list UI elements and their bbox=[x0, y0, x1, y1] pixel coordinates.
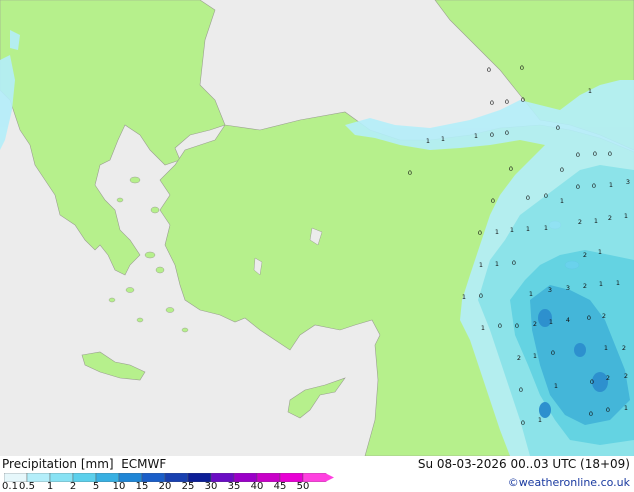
point-value: 0 bbox=[521, 96, 525, 104]
point-value: 0 bbox=[408, 169, 412, 177]
point-value: 0 bbox=[479, 292, 483, 300]
point-value: 0 bbox=[490, 131, 494, 139]
point-value: 1 bbox=[616, 279, 620, 287]
point-value: 0 bbox=[590, 378, 594, 386]
map-canvas: 0 0 0 0 0 1 1 1 1 0 0 0 0 0 0 0 0 0 0 0 1 3 0 0 0 1 2 1 0 1 1 1 1 2 1 1 1 0 2 1… bbox=[0, 0, 634, 456]
legend-tick: 10 bbox=[112, 481, 126, 492]
point-value: 2 bbox=[578, 218, 582, 226]
point-value: 1 bbox=[599, 280, 603, 288]
legend-tick: 1 bbox=[46, 481, 54, 492]
point-value: 0 bbox=[526, 194, 530, 202]
legend-tick: 45 bbox=[273, 481, 287, 492]
point-value: 0 bbox=[505, 129, 509, 137]
point-value: 1 bbox=[510, 226, 514, 234]
point-value: 0 bbox=[520, 64, 524, 72]
point-value: 0 bbox=[576, 151, 580, 159]
point-value: 1 bbox=[526, 225, 530, 233]
point-value: 2 bbox=[624, 372, 628, 380]
point-value: 0 bbox=[576, 183, 580, 191]
point-value: 1 bbox=[594, 217, 598, 225]
point-value: 2 bbox=[583, 282, 587, 290]
point-value: 1 bbox=[544, 224, 548, 232]
credit-text: ©weatheronline.co.uk bbox=[507, 476, 630, 489]
point-value: 1 bbox=[624, 212, 628, 220]
point-value: 1 bbox=[538, 416, 542, 424]
point-value: 0 bbox=[515, 322, 519, 330]
point-value: 0 bbox=[512, 259, 516, 267]
point-value: 0 bbox=[592, 182, 596, 190]
point-value: 1 bbox=[495, 228, 499, 236]
valid-time: Su 08-03-2026 00..03 UTC (18+09) bbox=[417, 457, 630, 471]
point-value: 1 bbox=[426, 137, 430, 145]
point-value: 0 bbox=[544, 192, 548, 200]
legend-tick: 35 bbox=[227, 481, 241, 492]
legend-tick: 20 bbox=[158, 481, 172, 492]
point-value: 0 bbox=[487, 66, 491, 74]
point-value: 0 bbox=[606, 406, 610, 414]
legend-tick: 40 bbox=[250, 481, 264, 492]
legend-tick: 2 bbox=[69, 481, 77, 492]
point-value: 2 bbox=[606, 374, 610, 382]
point-value: 1 bbox=[604, 344, 608, 352]
point-value: 0 bbox=[519, 386, 523, 394]
legend-tick: 25 bbox=[181, 481, 195, 492]
point-value: 3 bbox=[566, 284, 570, 292]
legend-tick: 30 bbox=[204, 481, 218, 492]
point-value: 1 bbox=[609, 181, 613, 189]
point-value: 1 bbox=[560, 197, 564, 205]
point-value: 3 bbox=[548, 286, 552, 294]
point-value: 0 bbox=[478, 229, 482, 237]
point-value: 2 bbox=[517, 354, 521, 362]
legend-title: Precipitation [mm] ECMWF bbox=[2, 457, 167, 471]
point-value: 1 bbox=[495, 260, 499, 268]
point-value: 2 bbox=[533, 320, 537, 328]
point-value: 0 bbox=[589, 410, 593, 418]
point-value: 1 bbox=[588, 87, 592, 95]
point-value: 1 bbox=[549, 318, 553, 326]
point-value: 1 bbox=[474, 132, 478, 140]
point-value: 1 bbox=[441, 135, 445, 143]
point-value: 1 bbox=[533, 352, 537, 360]
legend-tick: 5 bbox=[92, 481, 100, 492]
point-value: 1 bbox=[481, 324, 485, 332]
point-value: 0 bbox=[587, 314, 591, 322]
point-value: 0 bbox=[509, 165, 513, 173]
point-value: 0 bbox=[560, 166, 564, 174]
legend-tick: 15 bbox=[135, 481, 149, 492]
point-value: 2 bbox=[622, 344, 626, 352]
point-value: 2 bbox=[608, 214, 612, 222]
point-value: 0 bbox=[498, 322, 502, 330]
point-value: 0 bbox=[490, 99, 494, 107]
point-value: 0 bbox=[521, 419, 525, 427]
point-value: 0 bbox=[491, 197, 495, 205]
point-value: 0 bbox=[608, 150, 612, 158]
point-value: 1 bbox=[598, 248, 602, 256]
point-value: 1 bbox=[624, 404, 628, 412]
point-value: 0 bbox=[505, 98, 509, 106]
point-value: 0 bbox=[556, 124, 560, 132]
point-value: 0 bbox=[551, 349, 555, 357]
legend-footer: Precipitation [mm] ECMWF Su 08-03-2026 0… bbox=[0, 456, 634, 492]
point-value: 2 bbox=[583, 251, 587, 259]
point-value: 4 bbox=[566, 316, 570, 324]
point-value: 1 bbox=[479, 261, 483, 269]
point-value: 1 bbox=[529, 290, 533, 298]
point-value: 1 bbox=[554, 382, 558, 390]
precipitation-map: 0 0 0 0 0 1 1 1 1 0 0 0 0 0 0 0 0 0 0 0 1 3 0 0 0 1 2 1 0 1 1 1 1 2 1 1 1 0 2 1… bbox=[0, 0, 634, 456]
point-value: 3 bbox=[626, 178, 630, 186]
point-value: 1 bbox=[462, 293, 466, 301]
legend-tick: 0.1 bbox=[2, 481, 18, 492]
point-value: 0 bbox=[593, 150, 597, 158]
legend-tick: 0.5 bbox=[19, 481, 35, 492]
legend-tick: 50 bbox=[296, 481, 310, 492]
point-value: 2 bbox=[602, 312, 606, 320]
